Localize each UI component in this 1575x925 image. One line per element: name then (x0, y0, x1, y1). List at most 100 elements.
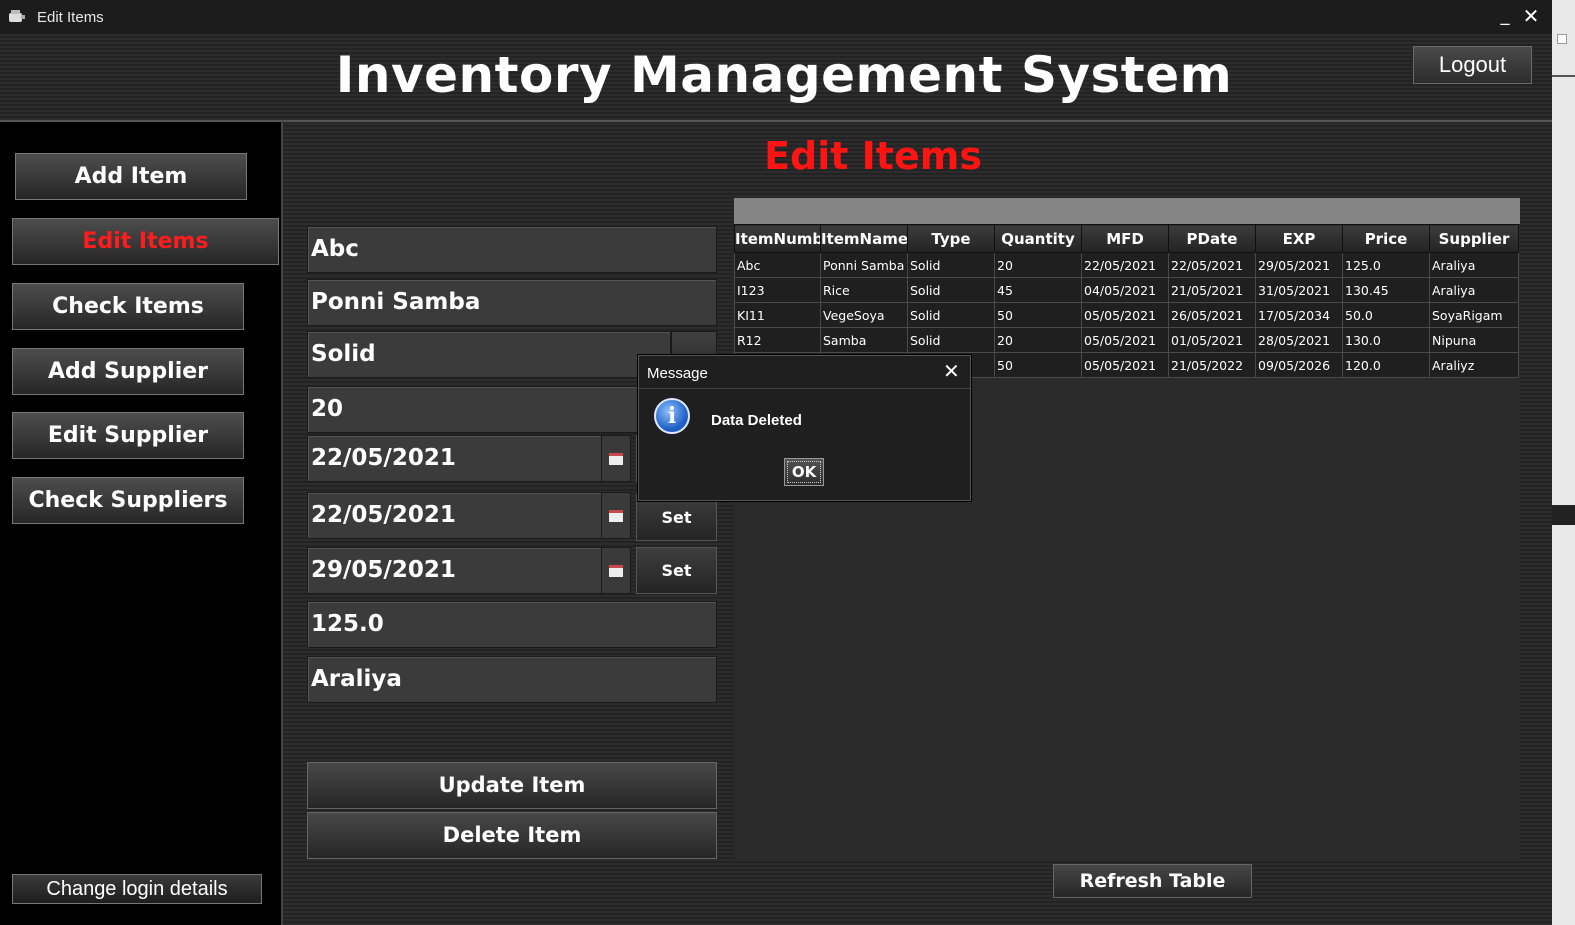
sidebar-check-suppliers-button[interactable]: Check Suppliers (12, 477, 244, 524)
type-select[interactable]: Solid (307, 331, 671, 378)
edge-icon (1557, 34, 1567, 44)
table-cell: 130.45 (1342, 277, 1430, 303)
header: Inventory Management System Logout (0, 34, 1552, 120)
table-cell: Rice (820, 277, 908, 303)
logout-button[interactable]: Logout (1413, 46, 1532, 84)
exp-set-button[interactable]: Set (636, 547, 717, 594)
info-icon: i (654, 398, 690, 434)
table-cell: 05/05/2021 (1081, 352, 1169, 378)
table-header-row: ItemNumb... ItemName Type Quantity MFD P… (734, 224, 1519, 253)
app-icon (9, 10, 25, 22)
items-table-panel: ItemNumb... ItemName Type Quantity MFD P… (734, 198, 1520, 860)
price-field[interactable]: 125.0 (307, 601, 717, 648)
table-cell: 45 (994, 277, 1082, 303)
main-panel: Edit Items Abc Ponni Samba Solid ⌄ 20 22… (283, 120, 1552, 925)
table-row[interactable]: R12 Samba Solid 20 05/05/2021 01/05/2021… (734, 327, 1519, 353)
table-cell: Araliyz (1429, 352, 1519, 378)
column-header[interactable]: PDate (1168, 224, 1256, 253)
table-cell: 31/05/2021 (1255, 277, 1343, 303)
window-title: Edit Items (37, 9, 104, 26)
minimize-button[interactable]: _ (1493, 4, 1517, 28)
change-login-button[interactable]: Change login details (12, 874, 262, 904)
table-cell: 09/05/2026 (1255, 352, 1343, 378)
table-cell: 20 (994, 252, 1082, 278)
table-cell: 22/05/2021 (1081, 252, 1169, 278)
message-dialog: Message ✕ i Data Deleted OK (638, 355, 971, 501)
table-cell: 26/05/2021 (1168, 302, 1256, 328)
pdate-set-button[interactable]: Set (636, 494, 717, 541)
table-cell: KI11 (734, 302, 821, 328)
table-cell: Solid (907, 277, 995, 303)
sidebar-edit-supplier-button[interactable]: Edit Supplier (12, 412, 244, 459)
column-header[interactable]: Supplier (1429, 224, 1519, 253)
table-cell: 28/05/2021 (1255, 327, 1343, 353)
table-cell: 125.0 (1342, 252, 1430, 278)
sidebar: Add Item Edit Items Check Items Add Supp… (0, 120, 283, 925)
close-window-button[interactable]: ✕ (1519, 4, 1543, 28)
sidebar-add-item-button[interactable]: Add Item (15, 153, 247, 200)
table-cell: 05/05/2021 (1081, 302, 1169, 328)
app-title: Inventory Management System (335, 46, 1233, 104)
supplier-field[interactable]: Araliya (307, 656, 717, 703)
table-cell: Solid (907, 327, 995, 353)
table-cell: 50 (994, 352, 1082, 378)
table-cell: 120.0 (1342, 352, 1430, 378)
refresh-table-button[interactable]: Refresh Table (1053, 864, 1252, 898)
table-cell: Solid (907, 252, 995, 278)
section-title: Edit Items (764, 134, 982, 178)
column-header[interactable]: Price (1342, 224, 1430, 253)
column-header[interactable]: ItemNumb... (734, 224, 821, 253)
table-cell: Ponni Samba (820, 252, 908, 278)
table-cell: 01/05/2021 (1168, 327, 1256, 353)
mfd-date-field[interactable]: 22/05/2021 (307, 435, 603, 482)
column-header[interactable]: Quantity (994, 224, 1082, 253)
table-cell: 50.0 (1342, 302, 1430, 328)
table-cell: 05/05/2021 (1081, 327, 1169, 353)
window-titlebar: Edit Items _ ✕ (0, 0, 1552, 34)
table-cell: SoyaRigam (1429, 302, 1519, 328)
calendar-icon[interactable] (601, 435, 631, 482)
calendar-icon[interactable] (601, 492, 631, 539)
table-cell: 130.0 (1342, 327, 1430, 353)
table-row[interactable]: KI11 VegeSoya Solid 50 05/05/2021 26/05/… (734, 302, 1519, 328)
delete-item-button[interactable]: Delete Item (307, 812, 717, 859)
table-cell: Abc (734, 252, 821, 278)
column-header[interactable]: MFD (1081, 224, 1169, 253)
table-cell: Araliya (1429, 277, 1519, 303)
table-cell: 21/05/2022 (1168, 352, 1256, 378)
table-cell: 21/05/2021 (1168, 277, 1256, 303)
table-row[interactable]: I123 Rice Solid 45 04/05/2021 21/05/2021… (734, 277, 1519, 303)
ok-button[interactable]: OK (784, 458, 824, 486)
exp-date-field[interactable]: 29/05/2021 (307, 547, 603, 594)
item-name-field[interactable]: Ponni Samba (307, 279, 717, 326)
pdate-date-field[interactable]: 22/05/2021 (307, 492, 603, 539)
sidebar-add-supplier-button[interactable]: Add Supplier (12, 348, 244, 395)
column-header[interactable]: EXP (1255, 224, 1343, 253)
dialog-title: Message (647, 365, 708, 382)
update-item-button[interactable]: Update Item (307, 762, 717, 809)
table-cell: Araliya (1429, 252, 1519, 278)
table-cell: VegeSoya (820, 302, 908, 328)
sidebar-edit-items-button[interactable]: Edit Items (12, 218, 279, 265)
calendar-icon[interactable] (601, 547, 631, 594)
table-cell: 04/05/2021 (1081, 277, 1169, 303)
table-cell: Nipuna (1429, 327, 1519, 353)
column-header[interactable]: Type (907, 224, 995, 253)
table-cell: R12 (734, 327, 821, 353)
item-number-field[interactable]: Abc (307, 226, 717, 273)
table-toolbar (734, 198, 1520, 224)
table-cell: I123 (734, 277, 821, 303)
table-cell: 20 (994, 327, 1082, 353)
table-row[interactable]: Abc Ponni Samba Solid 20 22/05/2021 22/0… (734, 252, 1519, 278)
right-edge-strip (1552, 0, 1575, 925)
column-header[interactable]: ItemName (820, 224, 908, 253)
table-cell: 29/05/2021 (1255, 252, 1343, 278)
dialog-message: Data Deleted (711, 412, 802, 429)
table-cell: Solid (907, 302, 995, 328)
table-cell: 50 (994, 302, 1082, 328)
sidebar-check-items-button[interactable]: Check Items (12, 283, 244, 330)
close-icon[interactable]: ✕ (943, 359, 960, 383)
table-cell: 17/05/2034 (1255, 302, 1343, 328)
table-cell: Samba (820, 327, 908, 353)
table-cell: 22/05/2021 (1168, 252, 1256, 278)
